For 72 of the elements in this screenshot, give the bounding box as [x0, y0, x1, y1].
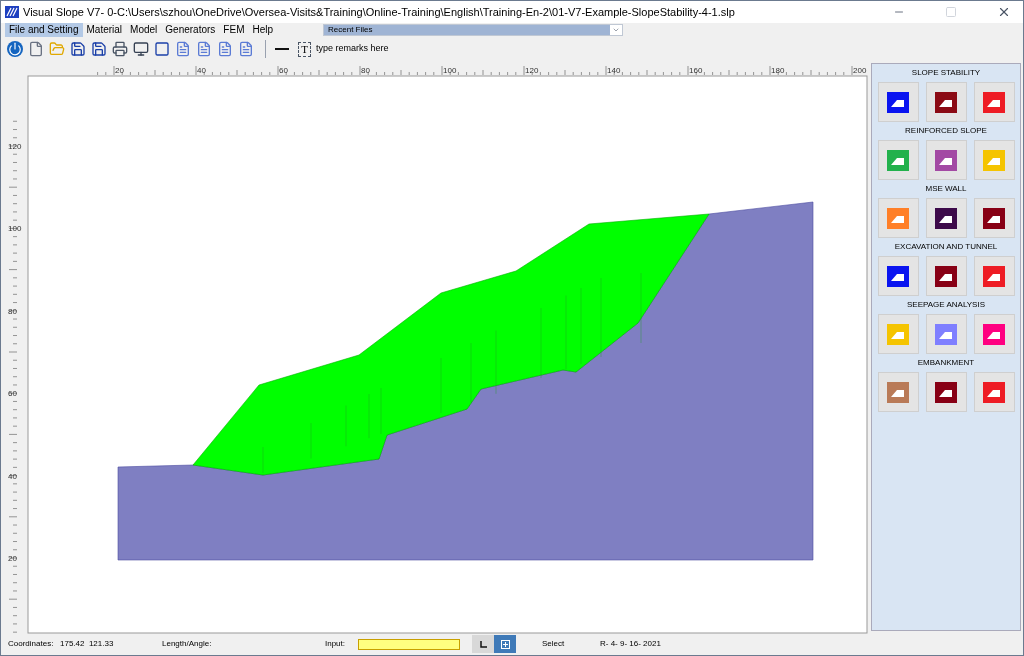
ruler-label: 80	[8, 306, 17, 316]
toolbar-button[interactable]	[110, 39, 130, 59]
ruler-label: 20	[115, 66, 124, 75]
window-title: Visual Slope V7- 0-C:\Users\szhou\OneDrive\Oversea-Visits&Training\Online-Training\English\Training-En-2\01-V7-Example-SlopeStability-4-1.slp	[23, 4, 735, 20]
ruler-label: 40	[197, 66, 206, 75]
recent-files-dropdown[interactable]: Recent Files	[323, 24, 624, 36]
ruler-label: 140	[607, 66, 621, 75]
menu-item[interactable]: File and Setting	[5, 23, 83, 37]
toolbar-button[interactable]	[89, 39, 109, 59]
toolbar-button[interactable]	[131, 39, 151, 59]
coordinates-label: Coordinates:	[8, 638, 55, 650]
tool-button[interactable]	[925, 256, 967, 296]
section-title: SLOPE STABILITY	[911, 68, 981, 78]
ruler-label: 160	[689, 66, 703, 75]
ruler-label: 60	[8, 389, 17, 399]
document-icon	[217, 41, 233, 57]
section-title: MSE WALL	[925, 184, 967, 194]
ruler-label: 20	[8, 554, 17, 563]
input-label: Input:	[325, 638, 346, 650]
ruler-label: 120	[8, 142, 22, 151]
toolbar-button[interactable]	[68, 39, 88, 59]
input-field[interactable]	[358, 638, 460, 650]
menu-item[interactable]: Model	[126, 23, 162, 37]
document-icon	[238, 41, 254, 57]
power-icon	[7, 41, 23, 57]
length-angle-label: Length/Angle:	[162, 638, 213, 650]
save-as-icon	[91, 41, 107, 57]
toolbar-button[interactable]	[5, 39, 25, 59]
ortho-button[interactable]	[472, 635, 494, 653]
text-tool-button[interactable]: T	[298, 41, 311, 57]
monitor-icon	[133, 41, 149, 57]
snap-button[interactable]	[494, 635, 516, 653]
coordinates-value: 175.42 121.33	[60, 638, 115, 650]
ruler-label: 80	[361, 66, 370, 75]
document-icon	[196, 41, 212, 57]
tool-button[interactable]	[877, 256, 919, 296]
menu-item[interactable]: FEM	[219, 23, 249, 37]
save-icon	[70, 41, 86, 57]
section-title: REINFORCED SLOPE	[905, 126, 987, 136]
ruler-label: 180	[771, 66, 785, 75]
date-label: R- 4- 9- 16- 2021	[600, 638, 661, 650]
tool-button[interactable]	[877, 82, 919, 122]
menu-item[interactable]: Generators	[161, 23, 220, 37]
menu-item[interactable]: Material	[82, 23, 127, 37]
open-folder-icon	[49, 41, 65, 57]
section-title: EXCAVATION AND TUNNEL	[894, 242, 998, 252]
ruler-label: 40	[8, 471, 17, 481]
section-title: EMBANKMENT	[917, 358, 975, 368]
plus-icon	[500, 639, 510, 649]
caret-icon	[612, 26, 621, 34]
window-icon	[154, 41, 170, 57]
ruler-label: 100	[8, 224, 22, 234]
menu-item[interactable]: Help	[248, 23, 278, 37]
close-icon[interactable]	[997, 5, 1011, 19]
tool-button[interactable]	[973, 198, 1015, 238]
remarks-field[interactable]: type remarks here	[316, 42, 389, 56]
section-title: SEEPAGE ANALYSIS	[907, 300, 985, 310]
ruler-label: 120	[525, 66, 539, 75]
tool-button[interactable]	[925, 372, 967, 412]
ruler-label: 100	[443, 66, 457, 75]
new-file-icon	[28, 41, 44, 57]
toolbar-button[interactable]	[152, 39, 172, 59]
mode-label: Select	[542, 638, 566, 650]
tool-button[interactable]	[925, 82, 967, 122]
corner-icon	[479, 640, 487, 648]
tool-button[interactable]	[925, 198, 967, 238]
ruler-label: 60	[279, 66, 288, 75]
printer-icon	[112, 41, 128, 57]
document-icon	[175, 41, 191, 57]
ruler-label: 200	[853, 66, 867, 75]
app-logo-icon	[5, 6, 19, 18]
line-tool-icon	[275, 48, 289, 50]
